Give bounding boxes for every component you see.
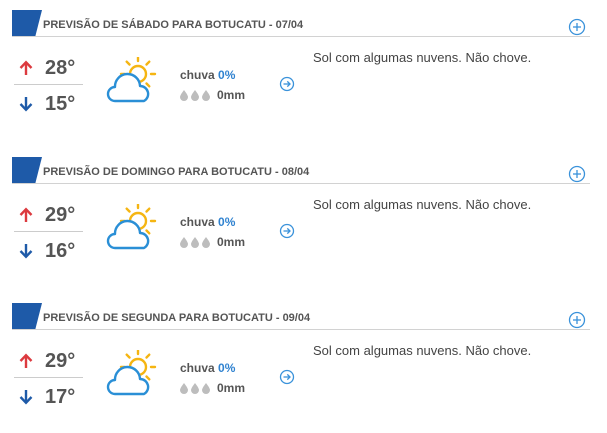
section-flag-marker	[12, 303, 42, 329]
rain-amount: 0mm	[217, 88, 246, 102]
header-divider	[12, 183, 590, 184]
arrow-up-icon	[19, 60, 33, 76]
rain-label: chuva	[180, 215, 215, 229]
temperature-divider	[14, 231, 83, 232]
max-temperature: 29°	[45, 350, 76, 372]
forecast-list: PREVISÃO DE SÁBADO PARA BOTUCATU - 07/04…	[0, 0, 607, 433]
raindrop-icon	[202, 236, 210, 248]
temperature-divider	[14, 84, 83, 85]
rain-volume: 0mm	[180, 235, 245, 249]
forecast-day-title: PREVISÃO DE SÁBADO PARA BOTUCATU - 07/04	[43, 19, 304, 31]
forecast-day-card: PREVISÃO DE SÁBADO PARA BOTUCATU - 07/04…	[0, 10, 607, 142]
plus-circle-icon[interactable]	[568, 311, 586, 329]
forecast-description: Sol com algumas nuvens. Não chove.	[313, 50, 532, 65]
raindrop-icon	[191, 89, 199, 101]
sun-behind-cloud-icon	[106, 350, 158, 398]
forecast-day-title: PREVISÃO DE DOMINGO PARA BOTUCATU - 08/0…	[43, 166, 310, 178]
arrow-down-icon	[19, 96, 33, 112]
max-temperature: 29°	[45, 204, 76, 226]
raindrop-icon	[191, 236, 199, 248]
arrow-right-circle-icon[interactable]	[279, 76, 295, 92]
rain-amount: 0mm	[217, 235, 246, 249]
forecast-description: Sol com algumas nuvens. Não chove.	[313, 197, 532, 212]
forecast-day-card: PREVISÃO DE DOMINGO PARA BOTUCATU - 08/0…	[0, 157, 607, 289]
rain-probability: chuva 0%	[180, 68, 235, 82]
arrow-up-icon	[19, 207, 33, 223]
min-temperature: 16°	[45, 240, 76, 262]
section-flag-marker	[12, 157, 42, 183]
forecast-day-card: PREVISÃO DE SEGUNDA PARA BOTUCATU - 09/0…	[0, 303, 607, 433]
arrow-down-icon	[19, 389, 33, 405]
arrow-down-icon	[19, 243, 33, 259]
plus-circle-icon[interactable]	[568, 18, 586, 36]
arrow-right-circle-icon[interactable]	[279, 369, 295, 385]
max-temperature: 28°	[45, 57, 76, 79]
raindrop-icon	[180, 89, 188, 101]
raindrop-icon	[191, 382, 199, 394]
raindrop-icon	[202, 382, 210, 394]
rain-percentage: 0%	[218, 68, 236, 82]
rain-volume: 0mm	[180, 381, 245, 395]
raindrop-icon	[180, 382, 188, 394]
arrow-up-icon	[19, 353, 33, 369]
raindrop-icon	[180, 236, 188, 248]
forecast-description: Sol com algumas nuvens. Não chove.	[313, 343, 532, 358]
rain-volume: 0mm	[180, 88, 245, 102]
rain-label: chuva	[180, 68, 215, 82]
section-flag-marker	[12, 10, 42, 36]
rain-label: chuva	[180, 361, 215, 375]
min-temperature: 17°	[45, 386, 76, 408]
temperature-divider	[14, 377, 83, 378]
rain-amount: 0mm	[217, 381, 246, 395]
forecast-day-title: PREVISÃO DE SEGUNDA PARA BOTUCATU - 09/0…	[43, 312, 311, 324]
rain-percentage: 0%	[218, 361, 236, 375]
rain-probability: chuva 0%	[180, 361, 235, 375]
rain-percentage: 0%	[218, 215, 236, 229]
plus-circle-icon[interactable]	[568, 165, 586, 183]
header-divider	[12, 329, 590, 330]
rain-probability: chuva 0%	[180, 215, 235, 229]
min-temperature: 15°	[45, 93, 76, 115]
header-divider	[12, 36, 590, 37]
sun-behind-cloud-icon	[106, 57, 158, 105]
raindrop-icon	[202, 89, 210, 101]
arrow-right-circle-icon[interactable]	[279, 223, 295, 239]
sun-behind-cloud-icon	[106, 204, 158, 252]
